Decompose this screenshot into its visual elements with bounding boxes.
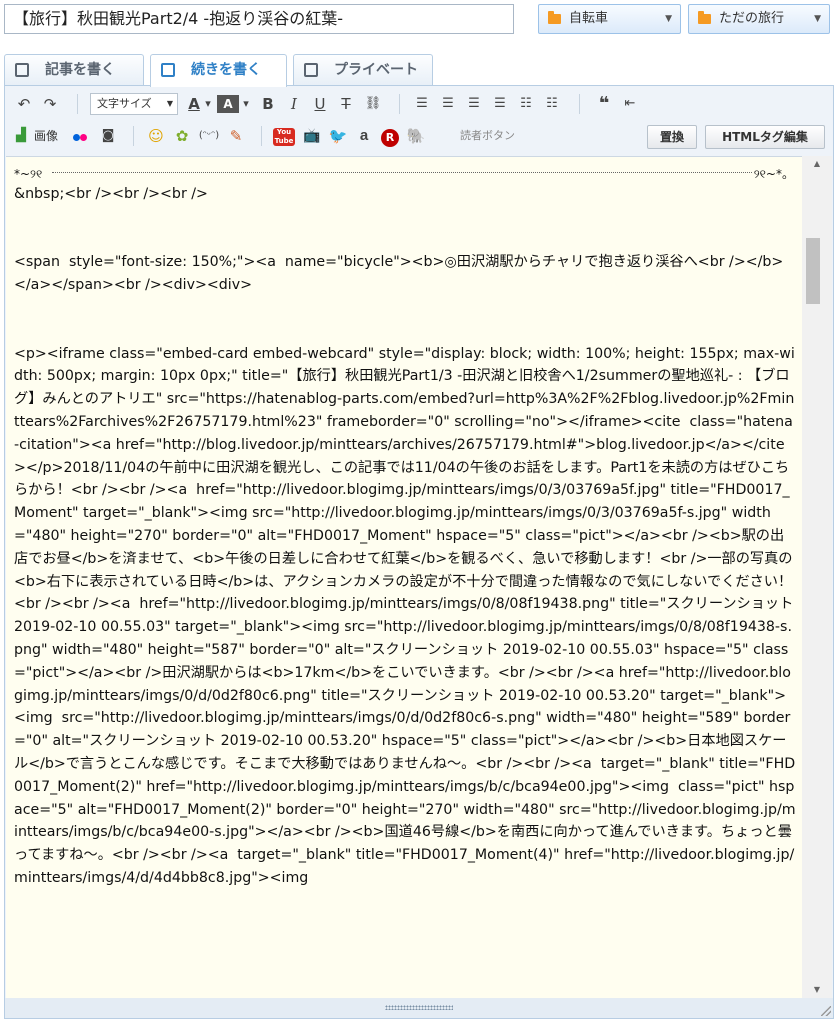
bullet-list-icon[interactable]: ☷ xyxy=(515,92,537,116)
code-line: <span style="font-size: 150%;"><a name="… xyxy=(14,254,784,294)
toolbar-divider xyxy=(77,94,78,114)
twitter-icon[interactable]: 🐦 xyxy=(327,124,349,148)
decorative-divider-right: ୨୧~*。 xyxy=(753,167,794,181)
bold-icon[interactable]: B xyxy=(257,92,279,116)
align-justify-icon[interactable]: ☰ xyxy=(489,92,511,116)
category-select-1[interactable]: 自転車 ▼ xyxy=(538,4,681,34)
scroll-up-icon[interactable]: ▲ xyxy=(802,156,832,172)
sticker-icon[interactable]: ✿ xyxy=(171,124,193,148)
editor: ↶ ↷ 文字サイズ ▼ A ▾ A ▾ B I U T ⛓ ☰ ☰ ☰ ☰ ☷ … xyxy=(4,85,834,1019)
resize-grip-icon xyxy=(385,1005,453,1010)
category-label: 自転車 xyxy=(569,11,609,26)
tab-label: プライベート xyxy=(334,62,418,78)
align-center-icon[interactable]: ☰ xyxy=(437,92,459,116)
toolbar-divider xyxy=(133,126,134,146)
decorative-divider-dots xyxy=(52,172,752,173)
toolbar-row-1: ↶ ↷ 文字サイズ ▼ A ▾ A ▾ B I U T ⛓ ☰ ☰ ☰ ☰ ☷ … xyxy=(5,88,833,121)
toolbar-divider xyxy=(399,94,400,114)
chevron-down-icon: ▼ xyxy=(665,14,672,24)
editor-resize-handle[interactable] xyxy=(5,998,833,1018)
strikethrough-icon[interactable]: T xyxy=(335,92,357,116)
chevron-down-icon: ▼ xyxy=(166,99,173,108)
image-button-label[interactable]: 画像 xyxy=(31,124,61,148)
resize-corner-icon[interactable] xyxy=(821,1006,831,1016)
code-line: &nbsp;<br /><br /><br /> xyxy=(14,186,208,202)
folder-icon xyxy=(698,11,711,24)
tab-private[interactable]: プライベート xyxy=(293,54,433,86)
decorative-divider-left: *~୨୧ xyxy=(14,167,43,181)
html-source-textarea[interactable]: *~୨୧ ୨୧~*。 &nbsp;<br /><br /><br /> ​ ​ … xyxy=(6,156,802,998)
image-icon[interactable]: ▟ xyxy=(13,124,29,148)
font-size-select[interactable]: 文字サイズ ▼ xyxy=(90,93,178,115)
quote-icon[interactable]: ❝ xyxy=(593,92,615,116)
toolbar-divider xyxy=(579,94,580,114)
numbered-list-icon[interactable]: ☷ xyxy=(541,92,563,116)
evernote-icon[interactable]: 🐘 xyxy=(405,124,427,148)
code-line: ​ xyxy=(14,206,796,229)
title-input[interactable]: 【旅行】秋田観光Part2/4 -抱返り渓谷の紅葉- xyxy=(4,4,514,34)
reader-button[interactable]: 読者ボタン xyxy=(460,124,515,148)
vertical-scrollbar[interactable]: ▲ ▼ xyxy=(802,156,832,998)
youtube-icon[interactable]: You Tube xyxy=(273,128,295,146)
redo-icon[interactable]: ↷ xyxy=(39,92,61,116)
tab-write-continuation[interactable]: 続きを書く xyxy=(150,54,287,87)
scroll-down-icon[interactable]: ▼ xyxy=(802,982,832,998)
scrollbar-thumb[interactable] xyxy=(806,238,820,304)
drawing-icon[interactable]: ✎ xyxy=(225,124,247,148)
code-line: ​ xyxy=(14,297,796,320)
chevron-down-icon: ▼ xyxy=(814,14,821,24)
toolbar-divider xyxy=(261,126,262,146)
kaomoji-icon[interactable]: (ᵔᵕᵔ) xyxy=(197,124,221,148)
editor-tabs: 記事を書く 続きを書く プライベート xyxy=(4,54,834,87)
decorative-divider: *~୨୧ ୨୧~*。 xyxy=(14,161,796,183)
instagram-icon[interactable]: ◙ xyxy=(97,124,119,148)
edit-icon xyxy=(161,63,175,77)
link-icon[interactable]: ⛓ xyxy=(361,92,385,116)
rakuten-icon[interactable]: R xyxy=(379,124,401,148)
undo-icon[interactable]: ↶ xyxy=(13,92,35,116)
edit-icon xyxy=(15,63,29,77)
align-right-icon[interactable]: ☰ xyxy=(463,92,485,116)
folder-icon xyxy=(548,11,561,24)
toolbar-row-2: ▟ 画像 ◙ ☺ ✿ (ᵔᵕᵔ) ✎ You Tube 📺 🐦 a R 🐘 読者… xyxy=(5,120,833,153)
underline-icon[interactable]: U xyxy=(309,92,331,116)
code-line: ​ xyxy=(14,320,796,343)
align-left-icon[interactable]: ☰ xyxy=(411,92,433,116)
chevron-down-icon[interactable]: ▾ xyxy=(203,92,213,116)
font-size-label: 文字サイズ xyxy=(97,97,152,110)
background-color-icon[interactable]: A xyxy=(217,95,239,113)
tab-label: 続きを書く xyxy=(191,62,261,78)
category-select-2[interactable]: ただの旅行 ▼ xyxy=(688,4,830,34)
amazon-icon[interactable]: a xyxy=(353,124,375,148)
flickr-icon[interactable] xyxy=(69,124,91,148)
tab-label: 記事を書く xyxy=(45,62,115,78)
code-line: ​ xyxy=(14,229,796,252)
indent-icon[interactable]: ⇤ xyxy=(619,92,641,116)
replace-button[interactable]: 置換 xyxy=(647,125,697,149)
niconico-icon[interactable]: 📺 xyxy=(301,124,323,148)
html-tag-edit-button[interactable]: HTMLタグ編集 xyxy=(705,125,825,149)
code-line: <p><iframe class="embed-card embed-webca… xyxy=(14,345,798,886)
private-icon xyxy=(304,63,318,77)
emoji-icon[interactable]: ☺ xyxy=(145,124,167,148)
italic-icon[interactable]: I xyxy=(283,92,305,116)
font-color-icon[interactable]: A xyxy=(183,92,205,116)
chevron-down-icon[interactable]: ▾ xyxy=(241,92,251,116)
category-label: ただの旅行 xyxy=(719,11,785,26)
tab-write-article[interactable]: 記事を書く xyxy=(4,54,144,86)
